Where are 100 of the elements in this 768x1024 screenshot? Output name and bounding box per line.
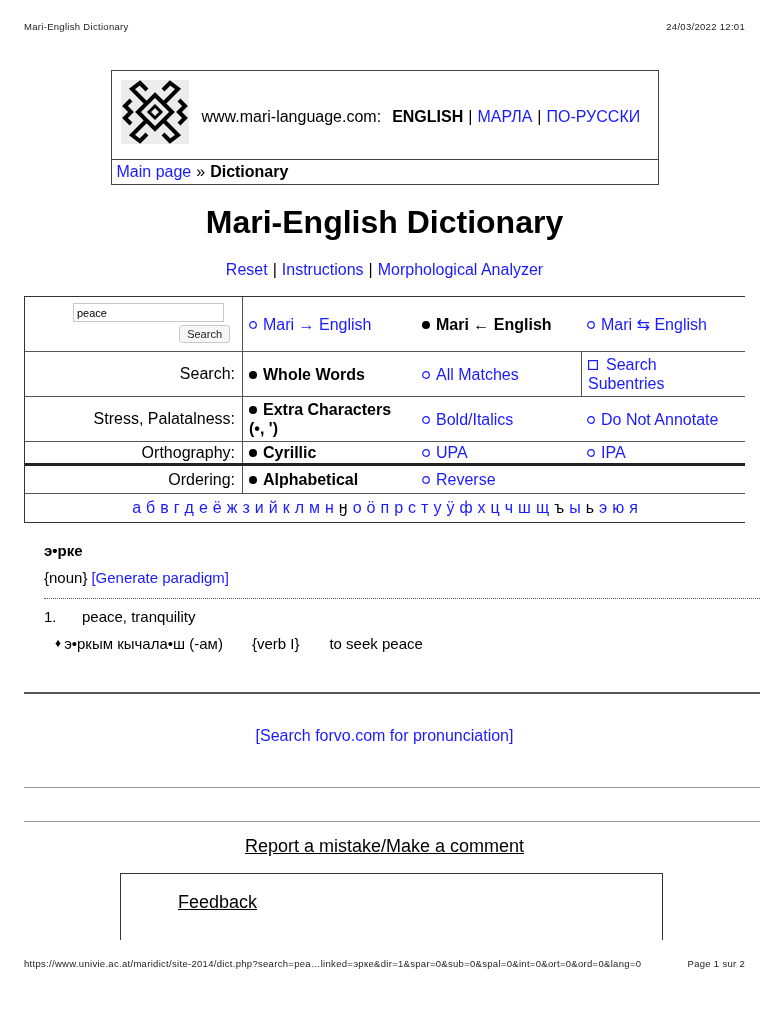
phrase: э•ркым кычала•ш (-ам) [64,634,223,653]
radio-icon [422,415,430,424]
letter-link[interactable]: ю [612,499,625,517]
report-link[interactable]: Report a mistake/Make a comment [244,836,525,857]
phrase-grammar: {verb I} [251,634,300,653]
letter-link[interactable]: у [433,499,442,517]
sense-number: 1. [44,607,58,626]
letter-link[interactable]: я [629,499,638,517]
breadcrumb-current: Dictionary [210,163,289,181]
option-label: Stress, Palatalness: [93,410,235,428]
radio-icon [249,370,257,379]
page-title: Mari-English Dictionary [204,203,565,241]
phrase-translation: to seek peace [329,634,423,653]
letter-link[interactable]: х [477,499,486,517]
letter-link[interactable]: з [242,499,250,517]
radio-option[interactable]: IPA [587,443,626,462]
site-domain: www.mari-language.com: [201,108,382,126]
letter: ь [585,499,594,517]
letter-link[interactable]: н [325,499,334,517]
language-link[interactable]: ПО-РУССКИ [546,108,641,126]
print-url: https://www.univie.ac.at/maridict/site-2014/dict.php?search=pea…linked=эрке&dir=1&spar=0&sub=0&spal=0&int=0&ort=0&ord=0&lang=0 [24,957,642,969]
letter-link[interactable]: м [309,499,320,517]
breadcrumb-separator: » [196,163,206,181]
radio-icon [422,449,430,457]
checkbox-option[interactable]: Search Subentries [588,355,705,393]
letter-link[interactable]: щ [535,499,550,517]
letter-link[interactable]: а [132,499,142,517]
print-datetime: 24/03/2022 12:01 [666,20,745,32]
letter-link[interactable]: в [160,499,169,517]
letter-link[interactable]: ц [490,499,500,517]
radio-option[interactable]: Reverse [422,470,496,489]
current-language: ENGLISH [392,108,464,126]
radio-icon [249,406,257,414]
diamond-bullet-icon: ♦ [55,634,62,653]
radio-option[interactable]: Mari → English [249,314,372,334]
search-button[interactable]: Search [179,325,230,343]
radio-option[interactable]: UPA [422,443,468,462]
letter-link[interactable]: п [380,499,390,517]
letter-link[interactable]: л [294,499,304,517]
radio-option[interactable]: Mari ← English [422,314,552,334]
letter-link[interactable]: ё [212,499,222,517]
letter: ъ [554,499,565,517]
breadcrumb-link[interactable]: Main page [116,163,192,181]
letter-link[interactable]: ӧ [366,499,376,517]
radio-icon [249,449,257,457]
separator: | [468,108,473,126]
radio-option[interactable]: Whole Words [249,364,365,384]
paradigm-link[interactable]: [Generate paradigm] [91,568,229,587]
radio-icon [249,320,257,329]
part-of-speech: {noun} [44,568,88,587]
nav-link[interactable]: Reset [225,260,268,279]
forvo-link[interactable]: [Search forvo.com for pronunciation] [255,726,514,745]
letter-link[interactable]: г [173,499,180,517]
option-label: Search: [179,365,235,383]
sense-gloss: peace, tranquility [82,607,196,626]
letter-link[interactable]: о [352,499,362,517]
radio-icon [587,415,595,424]
separator: | [537,108,542,126]
headword: э•рке [44,541,84,560]
letter-link[interactable]: с [408,499,417,517]
print-page-number: Page 1 sur 2 [687,957,745,969]
radio-icon [422,476,430,484]
radio-icon [422,320,430,329]
nav-link[interactable]: Instructions [281,260,364,279]
radio-icon [587,449,595,457]
option-label: Orthography: [141,443,235,462]
radio-option[interactable]: Extra Characters (•, ') [249,400,410,438]
letter-link[interactable]: и [254,499,264,517]
letter-link[interactable]: т [421,499,429,517]
separator: | [368,260,373,279]
checkbox-icon [588,360,598,370]
radio-option[interactable]: Mari ⇆ English [587,314,707,334]
letter-link[interactable]: ш [518,499,531,517]
radio-option[interactable]: Do Not Annotate [587,409,719,429]
letter-link[interactable]: ч [504,499,514,517]
letter-link[interactable]: б [146,499,156,517]
radio-option[interactable]: All Matches [422,364,519,384]
letter-link[interactable]: й [268,499,278,517]
letter-link[interactable]: ы [569,499,581,517]
nav-link[interactable]: Morphological Analyzer [377,260,544,279]
radio-icon [587,320,595,329]
ornament-logo [120,80,189,144]
letter-link[interactable]: д [184,499,194,517]
letter: ӈ [338,499,348,517]
letter-link[interactable]: э [598,499,608,517]
language-link[interactable]: МАРЛА [477,108,533,126]
letter-link[interactable]: к [282,499,290,517]
radio-option[interactable]: Bold/Italics [422,409,514,429]
letter-link[interactable]: р [394,499,404,517]
radio-icon [249,476,257,484]
print-title: Mari-English Dictionary [24,20,129,32]
search-input[interactable]: peace [73,303,224,322]
letter-link[interactable]: ж [226,499,238,517]
option-label: Ordering: [168,470,235,489]
separator: | [272,260,277,279]
letter-link[interactable]: е [198,499,208,517]
letter-link[interactable]: ф [459,499,473,517]
letter-link[interactable]: ӱ [446,499,455,517]
radio-option[interactable]: Alphabetical [249,470,359,489]
radio-option[interactable]: Cyrillic [249,443,317,462]
